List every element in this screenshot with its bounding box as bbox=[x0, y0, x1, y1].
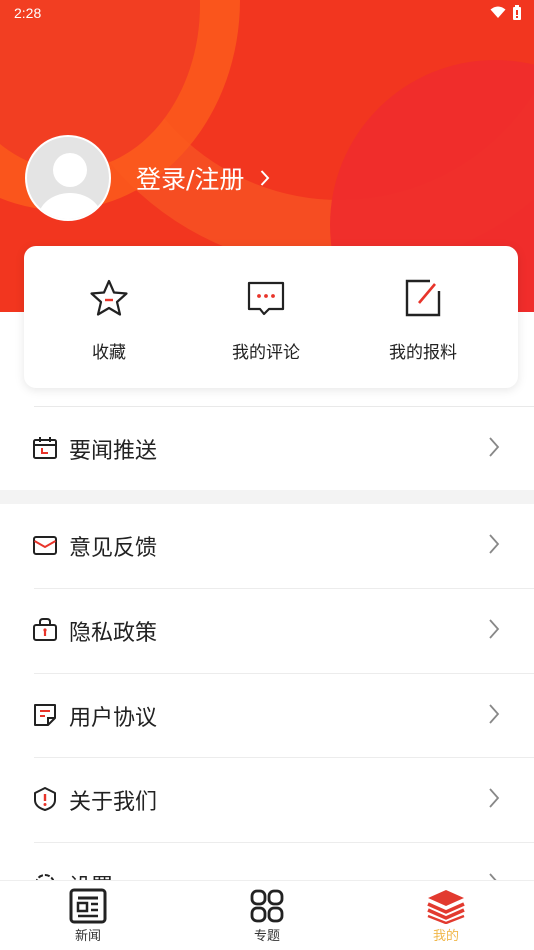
chevron-right-icon bbox=[489, 619, 500, 639]
menu-item-feedback-label: 意见反馈 bbox=[69, 536, 158, 561]
my-comments-label: 我的评论 bbox=[232, 343, 300, 363]
my-comments-button[interactable]: 我的评论 bbox=[196, 276, 336, 363]
envelope-icon bbox=[33, 536, 57, 555]
favorites-label: 收藏 bbox=[92, 343, 126, 363]
newspaper-icon bbox=[69, 888, 107, 924]
my-reports-button[interactable]: 我的报料 bbox=[353, 276, 493, 363]
lock-bag-icon bbox=[33, 618, 57, 641]
nav-tab-mine[interactable]: 我的 bbox=[396, 887, 496, 944]
quick-actions-card: 收藏 我的评论 我的报料 bbox=[24, 246, 518, 388]
stack-icon bbox=[427, 890, 465, 924]
avatar[interactable] bbox=[25, 135, 111, 221]
menu-item-about[interactable]: 关于我们 bbox=[0, 758, 534, 842]
grid-icon bbox=[250, 889, 284, 923]
menu-item-privacy-label: 隐私政策 bbox=[69, 621, 158, 646]
profile-screen: 2:28 登录/注册 收藏 我的评论 我的报料 要闻推送 意见反馈 隐私政策 用… bbox=[0, 0, 534, 950]
comment-icon bbox=[247, 281, 285, 316]
my-reports-label: 我的报料 bbox=[389, 343, 457, 363]
nav-tab-topics-label: 专题 bbox=[253, 929, 280, 944]
nav-tab-news-label: 新闻 bbox=[74, 929, 101, 944]
nav-tab-news[interactable]: 新闻 bbox=[38, 887, 138, 944]
wifi-icon bbox=[490, 6, 506, 18]
status-time: 2:28 bbox=[14, 5, 42, 21]
status-icons bbox=[490, 5, 522, 20]
menu-item-push[interactable]: 要闻推送 bbox=[0, 407, 534, 491]
info-shield-icon bbox=[34, 787, 56, 811]
star-icon bbox=[90, 279, 128, 316]
menu-item-agreement[interactable]: 用户协议 bbox=[0, 674, 534, 758]
default-avatar-icon bbox=[38, 153, 102, 219]
chevron-right-icon bbox=[489, 704, 500, 724]
login-register-label: 登录/注册 bbox=[136, 165, 245, 194]
edit-icon bbox=[405, 279, 441, 317]
menu-item-agreement-label: 用户协议 bbox=[69, 706, 158, 731]
nav-tab-mine-label: 我的 bbox=[432, 929, 459, 944]
login-register-link[interactable]: 登录/注册 bbox=[136, 160, 270, 196]
bottom-navigation: 新闻 专题 我的 bbox=[0, 880, 534, 950]
document-icon bbox=[34, 704, 56, 726]
menu-item-push-label: 要闻推送 bbox=[69, 439, 158, 464]
menu-item-about-label: 关于我们 bbox=[69, 790, 158, 815]
menu-item-privacy[interactable]: 隐私政策 bbox=[0, 589, 534, 673]
calendar-icon bbox=[33, 437, 57, 459]
battery-icon bbox=[513, 5, 521, 20]
chevron-right-icon bbox=[261, 170, 270, 186]
chevron-right-icon bbox=[489, 437, 500, 457]
favorites-button[interactable]: 收藏 bbox=[39, 276, 179, 363]
section-separator bbox=[0, 490, 534, 504]
menu-item-feedback[interactable]: 意见反馈 bbox=[0, 504, 534, 588]
chevron-right-icon bbox=[489, 534, 500, 554]
nav-tab-topics[interactable]: 专题 bbox=[217, 887, 317, 944]
status-bar: 2:28 bbox=[0, 0, 534, 26]
chevron-right-icon bbox=[489, 788, 500, 808]
